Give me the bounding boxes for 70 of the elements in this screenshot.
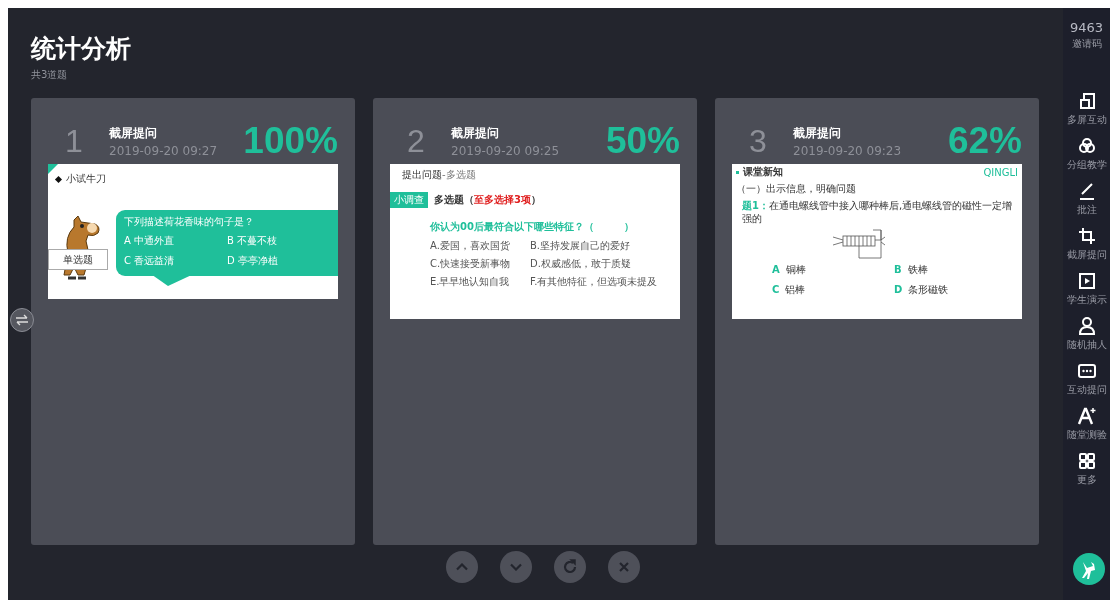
question-type: 截屏提问	[451, 124, 499, 142]
answer-option: A.爱国，喜欢国货	[430, 239, 530, 253]
invite-code-label: 邀请码	[1071, 37, 1102, 51]
invite-code: 9463	[1069, 20, 1104, 35]
question-number: 1	[65, 122, 84, 160]
answer-option: A 中通外直	[124, 234, 227, 248]
letter-plus-icon	[1076, 406, 1097, 426]
chevron-up-icon	[456, 563, 468, 571]
answer-option: F.有其他特征，但选项未提及	[530, 275, 680, 289]
slide-header-note: -多选题	[442, 168, 476, 182]
slide-header: 提出问题	[402, 168, 442, 182]
slide-heading: 多选题（至多选择3项）	[434, 193, 541, 207]
correct-rate: 62%	[947, 120, 1022, 162]
scroll-up-button[interactable]	[446, 551, 478, 583]
survey-badge: 小调查	[390, 192, 428, 208]
toolbar-button[interactable]: 分组教学	[1066, 136, 1107, 172]
toolbar-button[interactable]: 随机抽人	[1066, 316, 1107, 352]
question-type-tag: 单选题	[48, 249, 108, 270]
page-title: 统计分析	[31, 34, 131, 64]
section-title: （一）出示信息，明确问题	[736, 182, 857, 196]
assistant-button[interactable]	[1073, 553, 1105, 585]
solenoid-circuit-drawing	[832, 229, 886, 259]
question-text: 你认为00后最符合以下哪些特征？（ ）	[430, 220, 635, 234]
slide-header: 小试牛刀	[66, 172, 106, 186]
refresh-button[interactable]	[554, 551, 586, 583]
question-text: 题1：在通电螺线管中接入哪种棒后,通电螺线管的磁性一定增强的	[742, 199, 1014, 225]
toolbar-button[interactable]: 多屏互动	[1066, 91, 1107, 127]
timestamp: 2019-09-20 09:27	[109, 143, 218, 158]
answer-option: A 铜棒	[772, 263, 894, 277]
answer-option: C 铝棒	[772, 283, 894, 297]
crop-icon	[1076, 226, 1097, 246]
toolbar-button[interactable]: 截屏提问	[1066, 226, 1107, 262]
answer-option: D 条形磁铁	[894, 283, 1018, 297]
answer-option: B 不蔓不枝	[227, 234, 330, 248]
timestamp: 2019-09-20 09:25	[451, 143, 560, 158]
question-text: 下列描述荷花香味的句子是？	[124, 215, 255, 229]
correct-rate: 50%	[605, 120, 680, 162]
chat-dots-icon	[1076, 361, 1097, 381]
correct-rate: 100%	[243, 120, 338, 162]
question-number: 3	[749, 122, 768, 160]
answer-option: B 铁棒	[894, 263, 1018, 277]
answer-option: C.快速接受新事物	[430, 257, 530, 271]
toolbar-button[interactable]: 学生演示	[1066, 271, 1107, 307]
timestamp: 2019-09-20 09:23	[793, 143, 902, 158]
rings-icon	[1076, 136, 1097, 156]
swap-button[interactable]	[10, 308, 34, 332]
scroll-down-button[interactable]	[500, 551, 532, 583]
toolbar-button[interactable]: 更多	[1076, 451, 1097, 487]
question-type: 截屏提问	[793, 124, 841, 142]
grid-icon	[1076, 451, 1097, 471]
swap-arrows-icon	[15, 314, 29, 326]
play-screen-icon	[1076, 271, 1097, 291]
answer-option: B.坚持发展自己的爱好	[530, 239, 680, 253]
answer-option: D.权威感低，敢于质疑	[530, 257, 680, 271]
answer-option: E.早早地认知自我	[430, 275, 530, 289]
person-icon	[1076, 316, 1097, 336]
toolbar-button[interactable]: 随堂测验	[1066, 406, 1107, 442]
bullet-icon	[736, 170, 739, 174]
answer-option: C 香远益清	[124, 254, 227, 268]
question-type: 截屏提问	[109, 124, 157, 142]
question-number: 2	[407, 122, 426, 160]
close-button[interactable]	[608, 551, 640, 583]
toolbar-button[interactable]: 批注	[1076, 181, 1097, 217]
slide-header: 课堂新知	[743, 165, 783, 179]
chevron-down-icon	[510, 563, 522, 571]
refresh-icon	[561, 558, 579, 576]
logo-text: QINGLI	[983, 166, 1018, 178]
question-count: 共3道题	[31, 68, 68, 82]
toolbar-button[interactable]: 互动提问	[1066, 361, 1107, 397]
answer-option: D 亭亭净植	[227, 254, 330, 268]
